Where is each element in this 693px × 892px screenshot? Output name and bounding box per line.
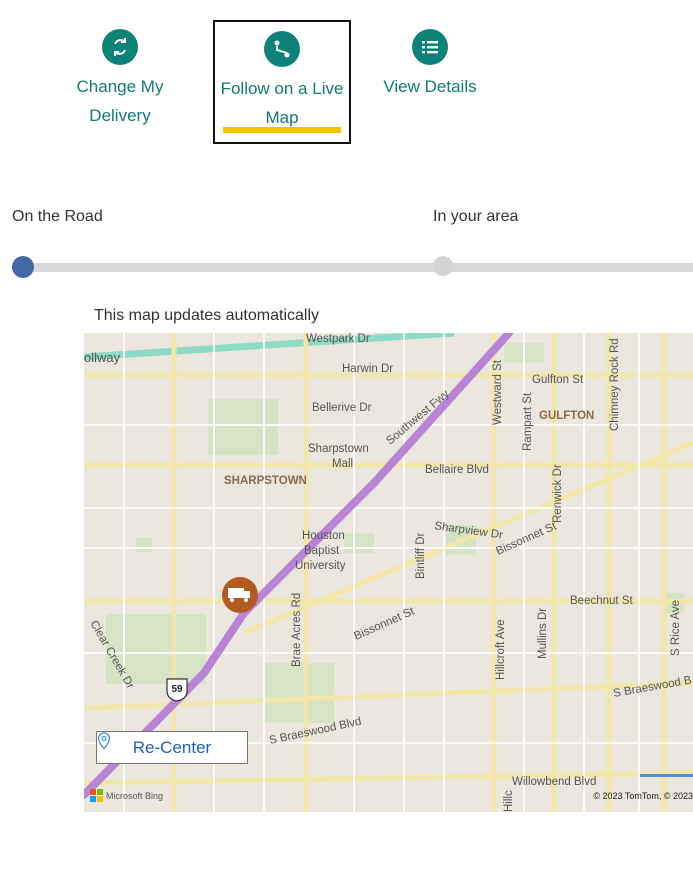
map-provider-label: Microsoft Bing bbox=[106, 790, 164, 801]
refresh-icon bbox=[102, 29, 138, 65]
tab-label: Follow on a Live Map bbox=[220, 79, 344, 127]
tab-view-details[interactable]: View Details bbox=[361, 20, 499, 144]
map-copyright: © 2023 TomTom, © 2023 bbox=[593, 791, 693, 801]
map-label: SHARPSTOWN bbox=[224, 475, 307, 487]
map-label: ollway bbox=[84, 350, 121, 365]
map-label: Hillc bbox=[503, 790, 515, 812]
map-label: Chimney Rock Rd bbox=[609, 338, 621, 431]
map-update-note: This map updates automatically bbox=[94, 307, 319, 324]
location-pin-icon bbox=[97, 732, 111, 750]
bing-logo: Microsoft Bing bbox=[90, 789, 163, 802]
map-label: Gulfton St bbox=[532, 374, 584, 386]
map-label: Mall bbox=[332, 458, 353, 470]
map-label: Mullins Dr bbox=[537, 608, 549, 659]
map-label: Willowbend Blvd bbox=[512, 776, 596, 788]
map-label: Brae Acres Rd bbox=[291, 593, 303, 667]
map-label: Harwin Dr bbox=[342, 363, 393, 375]
route-icon bbox=[264, 31, 300, 67]
re-center-label: Re-Center bbox=[132, 737, 212, 757]
tab-change-my-delivery[interactable]: Change My Delivery bbox=[51, 20, 189, 144]
map-label: S Braeswood B bbox=[612, 674, 692, 700]
map-label: Renwick Dr bbox=[552, 464, 564, 523]
list-icon bbox=[412, 29, 448, 65]
map-label: University bbox=[295, 560, 346, 572]
active-tab-indicator bbox=[223, 127, 341, 133]
map-label: Beechnut St bbox=[570, 595, 633, 607]
map-scale-bar bbox=[640, 774, 693, 777]
map-label: Sharpstown bbox=[308, 443, 369, 455]
highway-shield-label: 59 bbox=[171, 684, 183, 695]
map-label: Rampart St bbox=[522, 392, 534, 451]
map-label: Westward St bbox=[492, 359, 504, 425]
progress-track bbox=[23, 263, 693, 272]
live-map[interactable]: 59 Westpark Dr ollway Harwin Dr Gulfton … bbox=[84, 333, 693, 812]
map-label: Bellaire Blvd bbox=[425, 464, 489, 476]
truck-icon bbox=[222, 577, 258, 613]
map-label: Bellerive Dr bbox=[312, 402, 372, 414]
map-label: S Rice Ave bbox=[670, 600, 682, 656]
map-label: Baptist bbox=[304, 545, 340, 557]
map-label: GULFTON bbox=[539, 410, 594, 422]
tab-follow-live-map[interactable]: Follow on a Live Map bbox=[213, 20, 351, 144]
microsoft-logo-icon bbox=[90, 789, 103, 802]
progress-step-dot-upcoming bbox=[433, 256, 453, 276]
highway-shield-icon: 59 bbox=[166, 678, 188, 702]
re-center-button[interactable]: Re-Center bbox=[96, 731, 248, 764]
map-label: Bissonnet St bbox=[494, 520, 559, 558]
tab-label: Change My Delivery bbox=[76, 77, 164, 125]
step-label-on-the-road: On the Road bbox=[12, 208, 103, 225]
map-label: Bissonnet St bbox=[352, 605, 417, 643]
map-label: Bintliff Dr bbox=[415, 532, 427, 579]
map-label: Hillcroft Ave bbox=[495, 619, 507, 680]
map-label: Westpark Dr bbox=[306, 333, 370, 345]
map-label: Houston bbox=[302, 530, 345, 542]
step-label-in-your-area: In your area bbox=[433, 208, 519, 225]
map-parks bbox=[106, 343, 684, 723]
progress-step-dot-current bbox=[12, 256, 34, 278]
tab-label: View Details bbox=[383, 77, 477, 96]
